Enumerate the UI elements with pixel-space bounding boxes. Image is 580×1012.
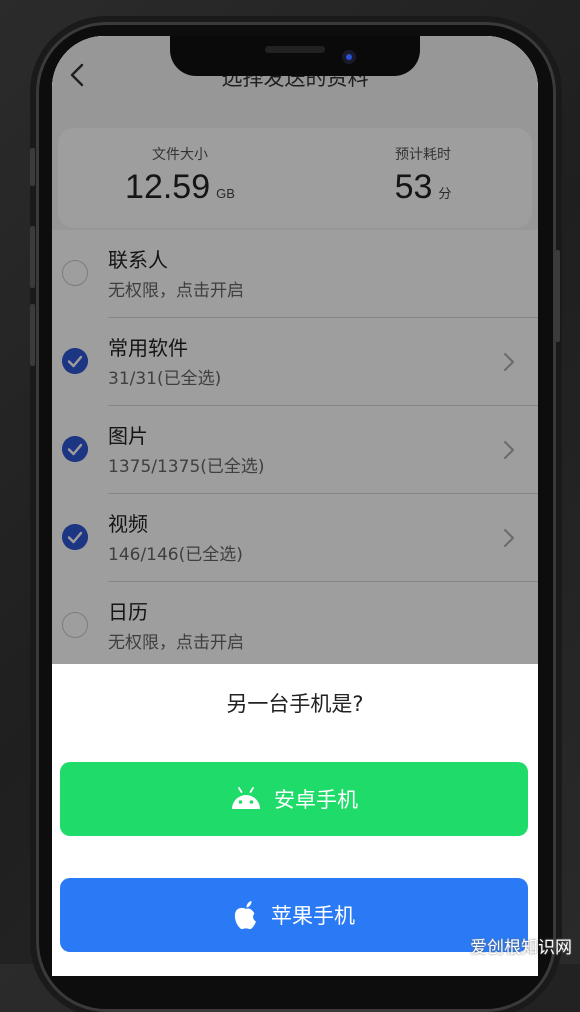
android-phone-label: 安卓手机 xyxy=(274,788,358,812)
sheet-title: 另一台手机是? xyxy=(226,692,364,716)
phone-notch xyxy=(170,36,420,76)
mute-switch xyxy=(30,148,35,186)
phone-type-bottom-sheet: 另一台手机是? 安卓手机 苹果手机 xyxy=(52,664,538,976)
phone-screen: 选择发送的资料 文件大小 12.59 GB 预计耗时 53 分 联系人 无权限，点击… xyxy=(52,36,538,976)
android-icon xyxy=(232,787,260,809)
iphone-label: 苹果手机 xyxy=(271,904,355,928)
iphone-button[interactable]: 苹果手机 xyxy=(60,878,528,952)
power-button xyxy=(555,250,560,342)
apple-icon xyxy=(234,901,256,930)
speaker-grille xyxy=(265,46,325,53)
volume-down-button xyxy=(30,304,35,366)
volume-up-button xyxy=(30,226,35,288)
app-content: 选择发送的资料 文件大小 12.59 GB 预计耗时 53 分 联系人 无权限，点击… xyxy=(52,36,538,976)
front-camera-icon xyxy=(342,50,356,64)
android-phone-button[interactable]: 安卓手机 xyxy=(60,762,528,836)
modal-overlay[interactable] xyxy=(52,36,538,664)
watermark: 爱创根知识网 xyxy=(470,938,572,958)
